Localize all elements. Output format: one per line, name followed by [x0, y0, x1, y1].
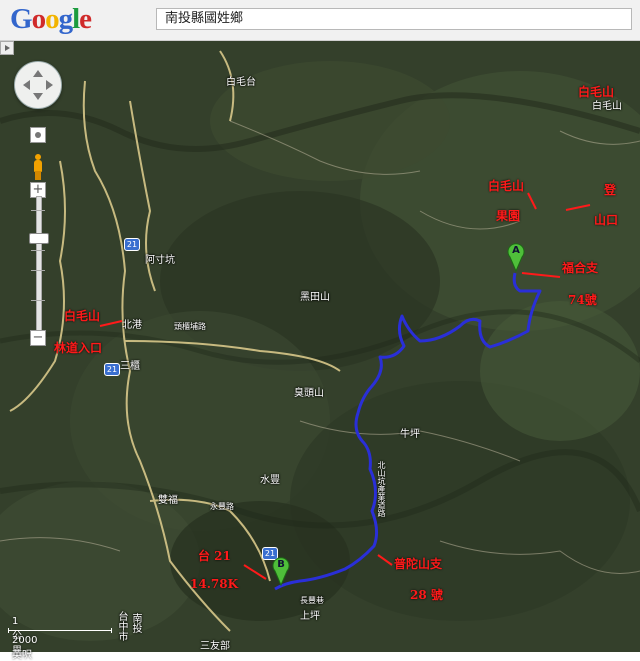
logo-letter: l — [72, 3, 80, 35]
arrow-down-icon[interactable] — [33, 93, 43, 105]
annotation-arrows — [99, 192, 591, 580]
zoom-slider-handle[interactable] — [29, 233, 49, 244]
logo-letter: G — [10, 3, 33, 35]
marker-b[interactable]: B — [271, 556, 291, 586]
satellite-map[interactable]: 白毛台 白毛山 阿寸坑 黑田山 北港 頭櫃埔路 三櫃 臭頭山 牛坪 水豐 雙福 … — [0, 41, 640, 652]
zoom-notch — [31, 250, 45, 251]
marker-a[interactable]: A — [506, 242, 526, 272]
marker-a-label: A — [512, 245, 520, 256]
dot-icon — [35, 131, 41, 138]
arrow-up-icon[interactable] — [33, 65, 43, 77]
marker-b-label: B — [277, 559, 285, 570]
zoom-notch — [31, 270, 45, 271]
search-input[interactable]: 南投縣國姓鄉 — [156, 8, 632, 30]
logo-letter: o — [31, 3, 46, 35]
zoom-slider-track[interactable] — [36, 196, 42, 336]
home-button[interactable] — [30, 127, 46, 143]
logo-letter: g — [58, 3, 73, 35]
pegman-icon[interactable] — [31, 154, 45, 180]
collapse-panel-button[interactable] — [0, 41, 14, 55]
zoom-out-button[interactable]: − — [30, 330, 46, 346]
logo-letter: e — [79, 3, 92, 35]
scale-line — [8, 628, 112, 633]
zoom-notch — [31, 210, 45, 211]
scale-imperial: 2000 英呎 — [12, 635, 38, 661]
top-bar: Google 南投縣國姓鄉 — [0, 0, 640, 41]
arrow-left-icon[interactable] — [18, 80, 30, 90]
pan-control[interactable] — [14, 61, 62, 109]
arrow-right-icon[interactable] — [46, 80, 58, 90]
zoom-notch — [31, 300, 45, 301]
logo-letter: o — [45, 3, 59, 35]
google-logo[interactable]: Google — [10, 3, 92, 36]
